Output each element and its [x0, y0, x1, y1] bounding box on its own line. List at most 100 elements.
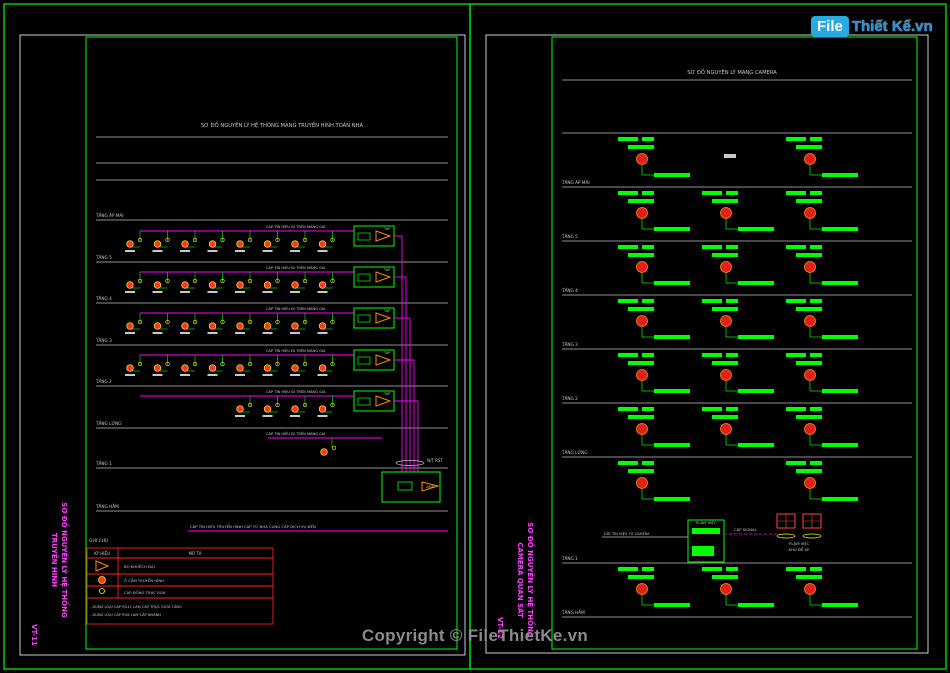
trunk-label: CÁP TÍN HIỆU ĐI TRÊN MÁNG GIA — [266, 389, 326, 394]
outlet-tag — [262, 415, 273, 417]
floor-label: TẦNG 2 — [95, 379, 112, 384]
tv-outlet-icon — [318, 240, 327, 248]
label-bar — [786, 299, 806, 303]
tv-outlet-icon — [291, 322, 299, 330]
legend-note-1: - DÙNG LOẠI CÁP RG11 LÀM CÁP TRỤC GIỮA T… — [90, 604, 182, 609]
label-bar — [796, 469, 822, 473]
tv-outlet-icon — [181, 240, 189, 248]
left-devices: CÁP TÍN HIỆU ĐI TRÊN MÁNG GIA TAP CÁP TÍN … — [125, 224, 425, 472]
label-bar — [642, 407, 654, 411]
label-bar — [738, 335, 774, 339]
label-bar — [738, 603, 774, 607]
camera-icon — [804, 315, 816, 327]
label-bar — [810, 245, 822, 249]
label-bar — [810, 137, 822, 141]
tap-label: TAP — [383, 227, 390, 231]
label-bar — [810, 567, 822, 571]
outlet-tag — [317, 374, 328, 376]
outlet-tag — [125, 250, 135, 252]
tv-outlet-icon — [318, 281, 327, 289]
camera-icon — [804, 423, 816, 435]
floor-label: TẦNG 4 — [95, 296, 112, 301]
left-floor-lines: TẦNG ÁP MÁI TẦNG 5 TẦNG 4 TẦNG 3 TẦNG 2 TẦNG … — [95, 213, 448, 512]
trunk-label: CÁP TÍN HIỆU ĐI TRÊN MÁNG GIA — [266, 224, 326, 229]
dvr-icon — [692, 546, 714, 556]
label-bar — [618, 137, 638, 141]
floor-label: TẦNG HẦM — [561, 610, 585, 615]
label-bar — [726, 567, 738, 571]
outlet-tag — [180, 250, 190, 252]
trunk-label: CÁP TÍN HIỆU ĐI TRÊN MÁNG GIA — [266, 348, 326, 353]
label-bar — [712, 199, 738, 203]
label-bar — [726, 299, 738, 303]
tv-outlet-icon — [318, 405, 327, 413]
label-bar — [618, 245, 638, 249]
label-bar — [618, 191, 638, 195]
tv-outlet-icon — [153, 364, 162, 372]
cable-label: CÁP SIGNAL — [734, 527, 758, 532]
control-room: P.LÀM VIỆC DÂY TÍN HIỆU TỪ CAMERA CÁP SI… — [602, 513, 822, 563]
amplifier-icon — [95, 560, 110, 572]
outlet-tag — [290, 332, 300, 334]
tap-label: TAP — [383, 268, 390, 272]
label-bar — [796, 361, 822, 365]
label-bar — [618, 461, 638, 465]
amplifier-icon — [375, 354, 392, 366]
control-room-label-2: P.LÀM VIỆC — [789, 541, 810, 546]
splitter-icon — [357, 273, 371, 282]
tv-outlet-icon — [208, 322, 217, 330]
control-room-label: P.LÀM VIỆC — [696, 520, 717, 525]
label-bar — [702, 299, 722, 303]
label-bar — [796, 253, 822, 257]
tv-outlet-icon — [291, 281, 299, 289]
camera-icon — [720, 315, 732, 327]
tv-outlet-icon — [318, 364, 327, 372]
outlet-tag — [262, 374, 273, 376]
coax-icon — [331, 445, 337, 451]
splitter-icon — [357, 232, 371, 241]
outlet-tag — [180, 332, 190, 334]
floor-label: TẦNG LỬNG — [95, 421, 121, 426]
label-bar — [702, 567, 722, 571]
camera-icon — [804, 583, 816, 595]
right-vertical-title-2: CAMERA QUAN SÁT — [516, 542, 525, 618]
floor-label: TẦNG ÁP MÁI — [561, 180, 590, 185]
floor-label: TẦNG 4 — [561, 288, 578, 293]
floor-label: TẦNG 2 — [561, 396, 578, 401]
label-bar — [654, 281, 690, 285]
label-bar — [642, 191, 654, 195]
label-bar — [786, 191, 806, 195]
tv-outlet-icon — [208, 240, 217, 248]
legend-row-3: CÁP ĐỒNG TRỤC RG6 — [124, 590, 166, 595]
label-bar — [786, 245, 806, 249]
label-bar — [628, 145, 654, 149]
label-bar — [726, 245, 738, 249]
tv-outlet-icon — [236, 240, 244, 248]
outlet-tag — [290, 374, 300, 376]
label-bar — [810, 353, 822, 357]
outlet-tag — [152, 374, 163, 376]
tv-outlet-icon — [236, 322, 244, 330]
label-bar — [822, 281, 858, 285]
camera-icon — [636, 583, 648, 595]
right-drawing-area — [551, 36, 918, 650]
outlet-tag — [235, 250, 245, 252]
outlet-tag — [125, 291, 135, 293]
camera-icon — [636, 207, 648, 219]
label-bar — [628, 469, 654, 473]
outlet-tag — [290, 291, 300, 293]
tv-outlet-icon — [153, 322, 162, 330]
camera-icon — [804, 369, 816, 381]
control-sub-label: KHU ĐỂ XE — [789, 547, 810, 552]
label-bar — [642, 461, 654, 465]
filethietke-logo[interactable]: File Thiết Kế.vn — [811, 12, 933, 40]
label-bar — [724, 154, 736, 158]
label-bar — [822, 173, 858, 177]
amplifier-icon — [375, 271, 392, 283]
left-title: SƠ ĐỒ NGUYÊN LÝ HỆ THỐNG MẠNG TRUYỀN HÌN… — [201, 120, 364, 129]
outlet-tag — [262, 250, 273, 252]
label-bar — [786, 407, 806, 411]
tv-outlet-icon — [236, 405, 244, 413]
label-bar — [628, 575, 654, 579]
label-bar — [796, 307, 822, 311]
